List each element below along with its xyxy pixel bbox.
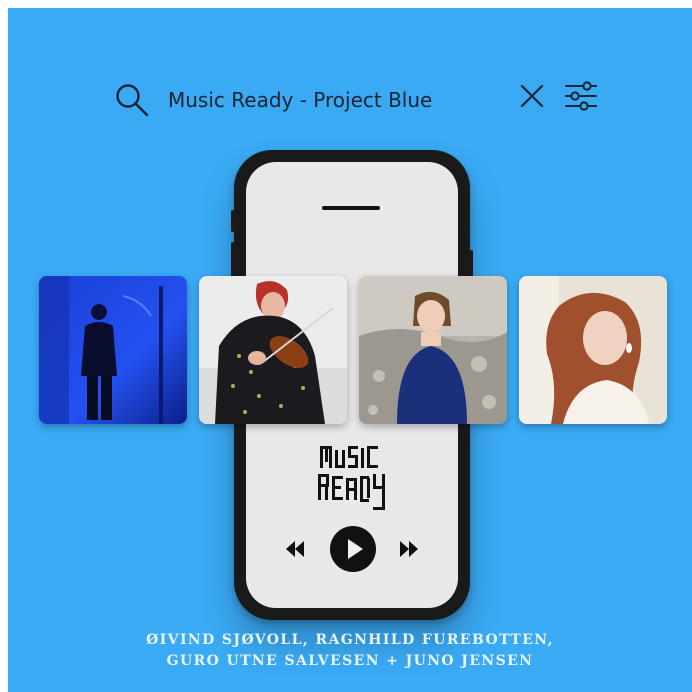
play-button[interactable]	[330, 526, 376, 572]
phone-side-button	[231, 210, 234, 232]
credits-line-1: ØIVIND SJØVOLL, RAGNHILD FUREBOTTEN,	[146, 632, 554, 648]
play-icon	[348, 539, 363, 559]
player-controls	[284, 524, 420, 574]
search-icon[interactable]	[114, 82, 150, 118]
fast-forward-icon[interactable]	[398, 539, 420, 559]
photo-woman-in-blue-dress-on-beach	[359, 276, 507, 424]
close-icon[interactable]	[518, 82, 546, 110]
photo-tile-woman-portrait[interactable]	[519, 276, 667, 424]
sliders-icon[interactable]	[564, 78, 598, 114]
album-cover: Music Ready - Project Blue ØIVIND SJØVOL…	[8, 8, 692, 692]
search-query-text[interactable]: Music Ready - Project Blue	[168, 82, 432, 118]
rewind-icon[interactable]	[284, 539, 306, 559]
photo-woman-playing-violin	[199, 276, 347, 424]
photo-man-in-blue-lit-room	[39, 276, 187, 424]
photo-tile-man-blue-room[interactable]	[39, 276, 187, 424]
music-ready-logo	[318, 446, 385, 510]
photo-tile-woman-beach[interactable]	[359, 276, 507, 424]
credits-line-2: GURO UTNE SALVESEN + JUNO JENSEN	[166, 653, 534, 669]
photo-woman-with-red-hair-portrait	[519, 276, 667, 424]
photo-tile-violinist[interactable]	[199, 276, 347, 424]
phone-speaker-bar	[322, 206, 380, 210]
